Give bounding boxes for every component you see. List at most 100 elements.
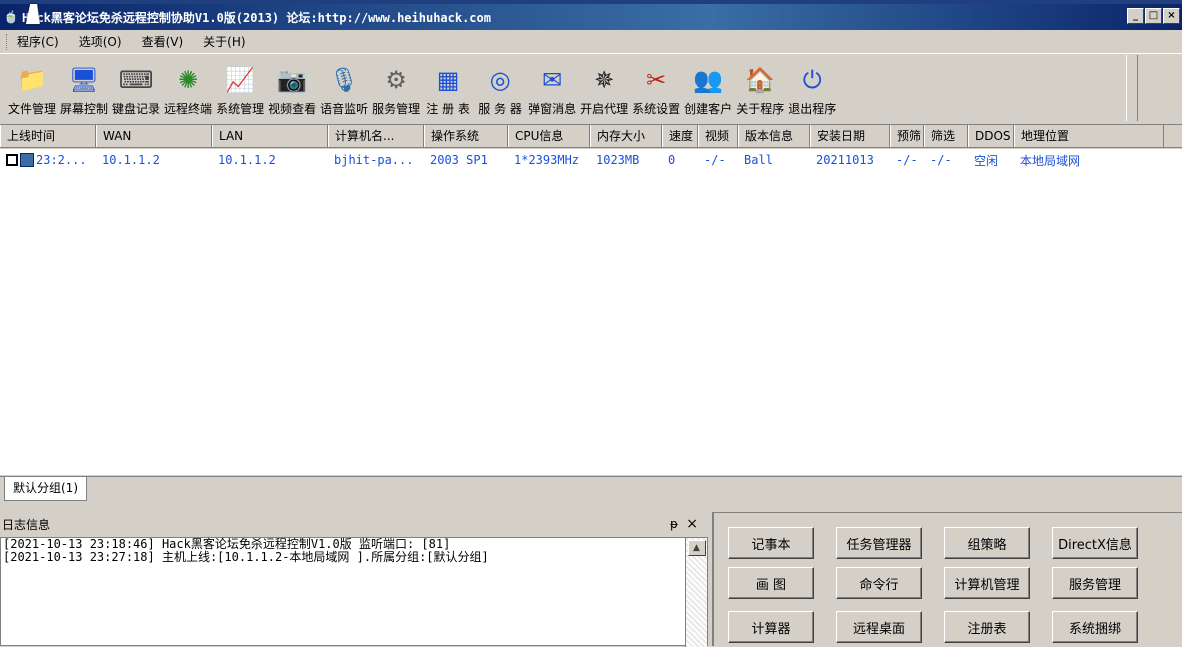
client-list[interactable]: 23:2... 10.1.1.2 10.1.1.2 bjhit-pa... 2003 S… [0, 149, 1182, 475]
menu-options[interactable]: 选项(O) [79, 33, 122, 50]
tool-system-settings-button[interactable]: ✂ 系统设置 [632, 60, 680, 117]
window-title: Hack黑客论坛免杀远程控制协助V1.0版(2013) 论坛:http://ww… [22, 10, 491, 25]
tool-voice-monitor-button[interactable]: 🎙 语音监听 [320, 60, 368, 117]
table-cell: 23:2... [0, 153, 96, 167]
tab-default-group[interactable]: 默认分组(1) [4, 477, 87, 501]
column-header[interactable]: 计算机名... [328, 125, 424, 147]
server-icon: ◎ [489, 66, 511, 94]
table-cell: Ball [744, 153, 773, 167]
action-button[interactable]: 计算机管理 [944, 567, 1030, 599]
menu-grip [6, 33, 9, 50]
tool-label: 服 务 器 [478, 102, 522, 116]
app-icon: 🍵 [3, 10, 19, 24]
table-cell: 1*2393MHz [514, 153, 580, 167]
minimize-button[interactable]: _ [1127, 8, 1144, 24]
pin-icon[interactable]: ᵽ [670, 517, 678, 531]
monitor-icon: 🖥 [68, 66, 100, 94]
toolbar-overflow[interactable] [1126, 55, 1136, 121]
column-header[interactable]: 速度 [662, 125, 698, 147]
action-button[interactable]: 组策略 [944, 527, 1030, 559]
action-button[interactable]: DirectX信息 [1052, 527, 1138, 559]
title-bar[interactable]: 🍵 Hack黑客论坛免杀远程控制协助V1.0版(2013) 论坛:http://… [0, 0, 1182, 30]
action-button[interactable]: 记事本 [728, 527, 814, 559]
close-log-icon[interactable]: × [686, 516, 698, 532]
column-header[interactable]: CPU信息 [508, 125, 590, 147]
menu-program[interactable]: 程序(C) [17, 33, 59, 50]
tool-label: 注 册 表 [426, 102, 470, 116]
tool-popup-message-button[interactable]: ✉ 弹窗消息 [528, 60, 576, 117]
proxy-icon: ✵ [594, 66, 615, 94]
column-header[interactable]: 操作系统 [424, 125, 508, 147]
row-checkbox[interactable] [6, 154, 18, 166]
log-title: 日志信息 [2, 517, 51, 532]
tool-label: 文件管理 [8, 102, 57, 116]
webcam-icon: 📷 [277, 66, 308, 94]
column-header[interactable]: 安装日期 [810, 125, 890, 147]
column-header[interactable]: 预筛 [890, 125, 924, 147]
microphone-icon: 🎙 [328, 66, 360, 94]
tool-label: 服务管理 [372, 102, 421, 116]
tool-label: 系统管理 [216, 102, 265, 116]
tool-create-client-button[interactable]: 👥 创建客户 [684, 60, 732, 117]
cell-text: 23:2... [36, 153, 87, 167]
tool-keylogger-button[interactable]: ⌨ 键盘记录 [112, 60, 160, 117]
message-icon: ✉ [542, 66, 563, 94]
table-cell: 0 [668, 153, 676, 167]
tool-about-program-button[interactable]: 🏠 关于程序 [736, 60, 784, 117]
column-header[interactable]: 内存大小 [590, 125, 662, 147]
column-header[interactable]: 版本信息 [738, 125, 810, 147]
action-button[interactable]: 命令行 [836, 567, 922, 599]
scroll-up-icon[interactable]: ▲ [687, 540, 706, 556]
log-scrollbar[interactable]: ▲ [685, 538, 707, 647]
tool-label: 关于程序 [736, 102, 785, 116]
users-icon: 👥 [693, 66, 724, 94]
action-button[interactable]: 远程桌面 [836, 611, 922, 643]
tool-screen-control-button[interactable]: 🖥 屏幕控制 [60, 60, 108, 117]
tool-registry-button[interactable]: ▦ 注 册 表 [424, 60, 472, 117]
table-cell: 空闲 [974, 153, 999, 168]
table-cell: 10.1.1.2 [102, 153, 160, 167]
column-header[interactable]: LAN [212, 125, 328, 147]
window-controls: _ □ × [1127, 8, 1180, 24]
tool-label: 弹窗消息 [528, 102, 577, 116]
tool-label: 开启代理 [580, 102, 629, 116]
close-button[interactable]: × [1163, 8, 1180, 24]
tool-remote-terminal-button[interactable]: ✺ 远程终端 [164, 60, 212, 117]
log-line: [2021-10-13 23:27:18] 主机上线:[10.1.1.2-本地局… [3, 550, 489, 564]
table-cell: 2003 SP1 [430, 153, 488, 167]
column-header[interactable]: 筛选 [924, 125, 968, 147]
tool-service-manager-button[interactable]: ⚙ 服务管理 [372, 60, 420, 117]
tool-label: 创建客户 [684, 102, 733, 116]
table-row[interactable]: 23:2... 10.1.1.2 10.1.1.2 bjhit-pa... 2003 S… [0, 149, 1182, 171]
maximize-button[interactable]: □ [1145, 8, 1162, 24]
menu-about[interactable]: 关于(H) [203, 33, 245, 50]
tool-exit-program-button[interactable]: ⏻ 退出程序 [788, 60, 836, 117]
column-header[interactable]: DDOS [968, 125, 1014, 147]
table-cell: 10.1.1.2 [218, 153, 276, 167]
action-button[interactable]: 任务管理器 [836, 527, 922, 559]
toolbar: 📁 文件管理 🖥 屏幕控制 ⌨ 键盘记录 ✺ 远程终端 📈 系统管理 📷 视频查看 🎙 语音监听 ⚙ 服务管理… [0, 55, 1138, 121]
registry-icon: ▦ [436, 66, 460, 94]
table-cell: -/- [930, 153, 952, 167]
log-panel[interactable]: [2021-10-13 23:18:46] Hack黑客论坛免杀远程控制V1.0… [0, 537, 708, 647]
column-header[interactable]: WAN [96, 125, 212, 147]
tool-open-proxy-button[interactable]: ✵ 开启代理 [580, 60, 628, 117]
tool-label: 远程终端 [164, 102, 213, 116]
column-header[interactable]: 上线时间 [0, 125, 96, 147]
table-cell: bjhit-pa... [334, 153, 414, 167]
action-button[interactable]: 服务管理 [1052, 567, 1138, 599]
tool-server-button[interactable]: ◎ 服 务 器 [476, 60, 524, 117]
tool-file-manager-button[interactable]: 📁 文件管理 [8, 60, 56, 117]
action-button[interactable]: 计算器 [728, 611, 814, 643]
tool-video-view-button[interactable]: 📷 视频查看 [268, 60, 316, 117]
menu-view[interactable]: 查看(V) [142, 33, 184, 50]
action-button[interactable]: 注册表 [944, 611, 1030, 643]
column-header[interactable]: 地理位置 [1014, 125, 1164, 147]
action-button[interactable]: 系统捆绑 [1052, 611, 1138, 643]
gears-icon: ⚙ [385, 66, 407, 94]
table-cell: -/- [896, 153, 918, 167]
tool-system-manager-button[interactable]: 📈 系统管理 [216, 60, 264, 117]
column-header[interactable]: 视频 [698, 125, 738, 147]
action-button[interactable]: 画 图 [728, 567, 814, 599]
tools-icon: ✂ [646, 66, 667, 94]
